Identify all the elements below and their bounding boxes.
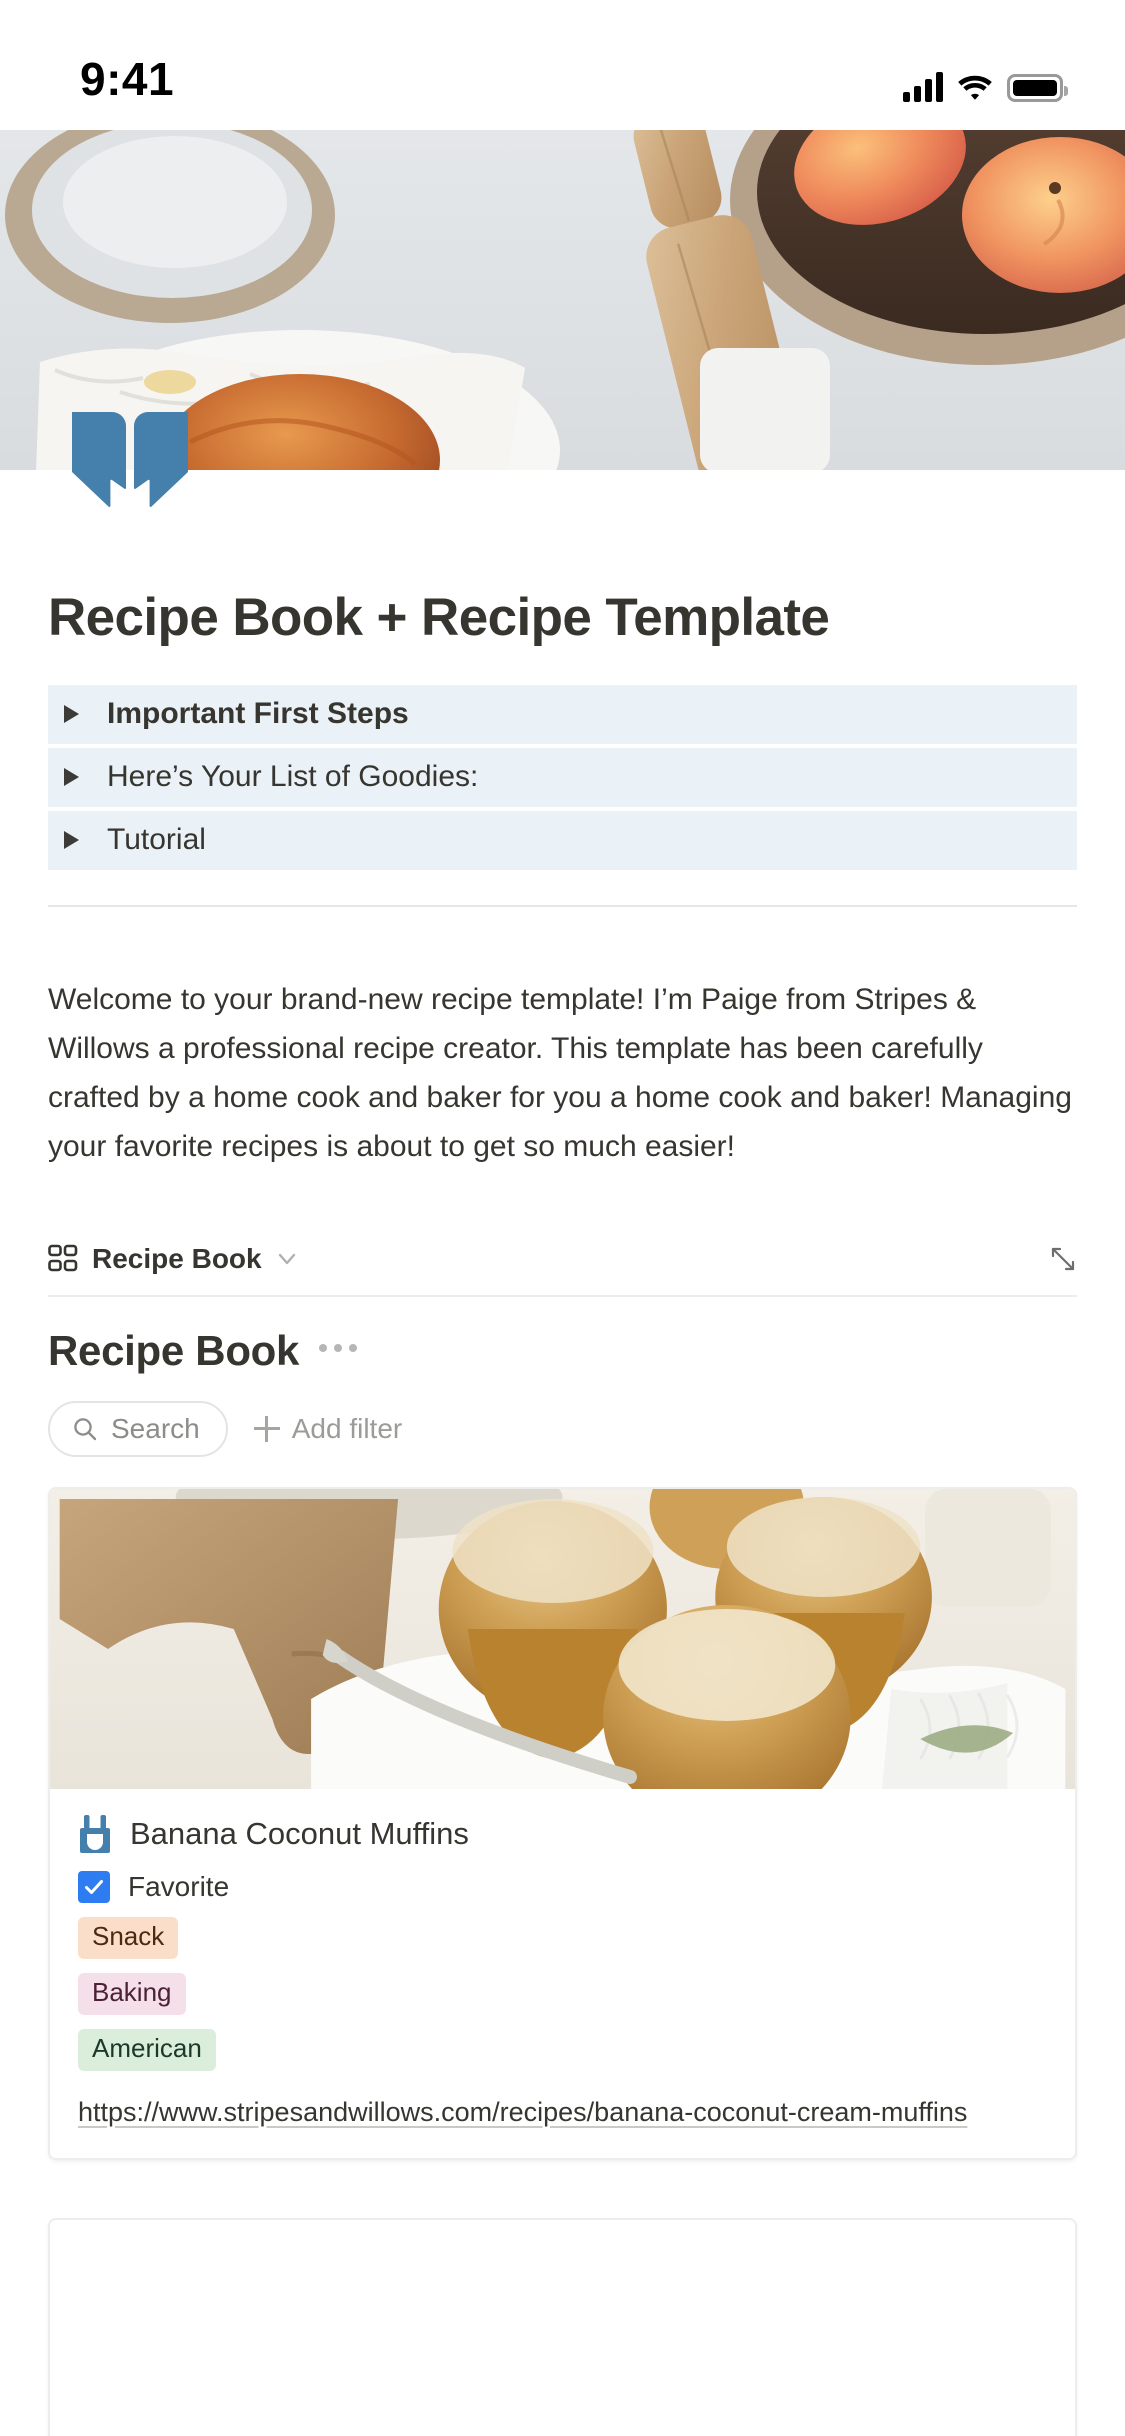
triangle-right-icon[interactable] xyxy=(64,705,79,724)
plus-icon xyxy=(253,1415,280,1442)
checkmark-icon xyxy=(85,1879,103,1894)
search-input[interactable]: Search xyxy=(48,1400,228,1457)
wifi-icon xyxy=(958,75,992,100)
card-body: Banana Coconut Muffins Favorite Snack Ba… xyxy=(50,1789,1075,2158)
tag-american[interactable]: American xyxy=(78,2028,216,2071)
recipe-card-banana-coconut-muffins[interactable]: Banana Coconut Muffins Favorite Snack Ba… xyxy=(48,1486,1077,2160)
recipe-card-next[interactable] xyxy=(48,2217,1077,2436)
favorite-label: Favorite xyxy=(128,1870,230,1902)
favorite-checkbox-row[interactable]: Favorite xyxy=(78,1870,1047,1903)
card-title-row: Banana Coconut Muffins xyxy=(78,1814,1047,1853)
tag-row-category: Snack xyxy=(78,1903,1047,1959)
gallery-card-list: Banana Coconut Muffins Favorite Snack Ba… xyxy=(48,1486,1077,2436)
page-title: Recipe Book + Recipe Template xyxy=(48,588,830,647)
database-title[interactable]: Recipe Book xyxy=(48,1327,299,1375)
database-controls: Search Add filter xyxy=(48,1400,1077,1457)
view-tab-label: Recipe Book xyxy=(92,1242,262,1274)
horizontal-divider xyxy=(48,904,1077,907)
triangle-right-icon[interactable] xyxy=(64,768,79,787)
open-book-icon xyxy=(72,412,188,507)
search-label: Search xyxy=(111,1412,200,1444)
card-placeholder xyxy=(50,2220,1075,2436)
tag-snack[interactable]: Snack xyxy=(78,1916,179,1959)
gallery-view-icon xyxy=(48,1244,78,1272)
status-bar: 9:41 xyxy=(0,0,1125,130)
chevron-down-icon[interactable] xyxy=(276,1248,298,1270)
database-title-row: Recipe Book xyxy=(48,1327,1077,1375)
view-tab-recipe-book[interactable]: Recipe Book xyxy=(48,1243,298,1275)
tag-row-cuisine: American xyxy=(78,2015,1047,2071)
toggle-list-of-goodies[interactable]: Here’s Your List of Goodies: xyxy=(48,747,1077,807)
favorite-checkbox[interactable] xyxy=(78,1870,110,1903)
cellular-signal-icon xyxy=(903,72,943,102)
toggle-label: Here’s Your List of Goodies: xyxy=(107,760,479,794)
triangle-right-icon[interactable] xyxy=(64,831,79,850)
toggle-list: Important First Steps Here’s Your List o… xyxy=(48,684,1077,870)
muffins-photo xyxy=(50,1488,1075,1789)
intro-paragraph: Welcome to your brand-new recipe templat… xyxy=(48,982,1072,1163)
search-icon xyxy=(74,1418,97,1441)
add-filter-button[interactable]: Add filter xyxy=(253,1412,403,1445)
status-bar-time: 9:41 xyxy=(80,53,175,105)
expand-diagonal-icon[interactable] xyxy=(1049,1245,1077,1273)
card-url-link[interactable]: https://www.stripesandwillows.com/recipe… xyxy=(78,2097,1047,2128)
toggle-label: Tutorial xyxy=(107,823,206,857)
card-title: Banana Coconut Muffins xyxy=(130,1815,469,1851)
database-view-tabs: Recipe Book xyxy=(48,1243,1077,1297)
tag-row-type: Baking xyxy=(78,1959,1047,2015)
toggle-label: Important First Steps xyxy=(107,697,409,731)
battery-full-icon xyxy=(1007,74,1068,102)
apron-icon xyxy=(80,1814,110,1853)
tag-baking[interactable]: Baking xyxy=(78,1972,186,2015)
status-bar-indicators xyxy=(903,72,1068,102)
card-cover-image xyxy=(50,1488,1075,1789)
toggle-tutorial[interactable]: Tutorial xyxy=(48,810,1077,870)
add-filter-label: Add filter xyxy=(291,1412,403,1444)
toggle-important-first-steps[interactable]: Important First Steps xyxy=(48,684,1077,744)
ellipsis-icon[interactable] xyxy=(319,1343,358,1358)
